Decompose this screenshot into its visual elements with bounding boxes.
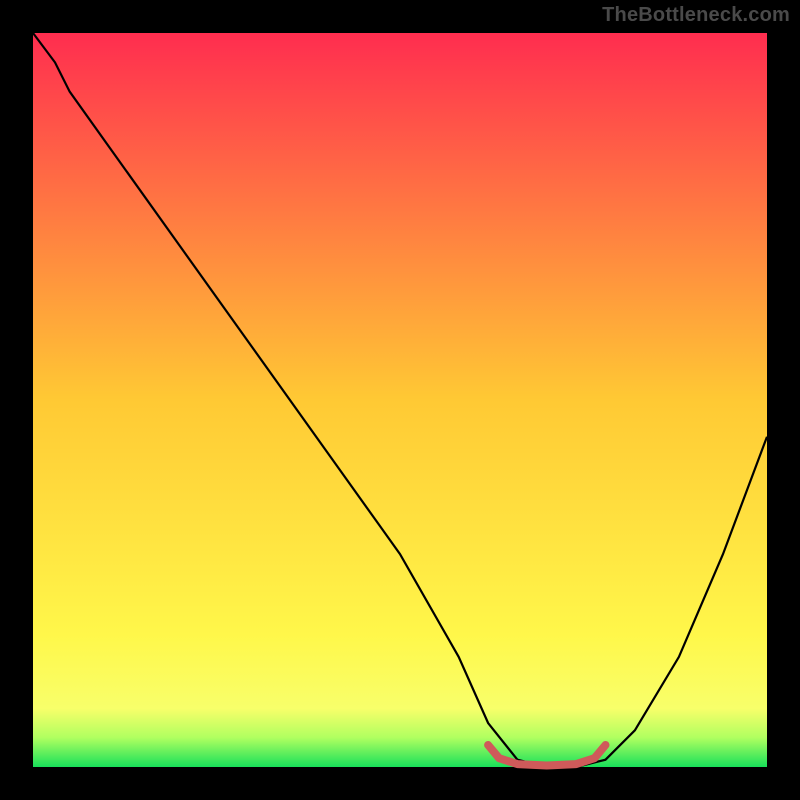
bottleneck-chart: [0, 0, 800, 800]
chart-background: [33, 33, 767, 767]
